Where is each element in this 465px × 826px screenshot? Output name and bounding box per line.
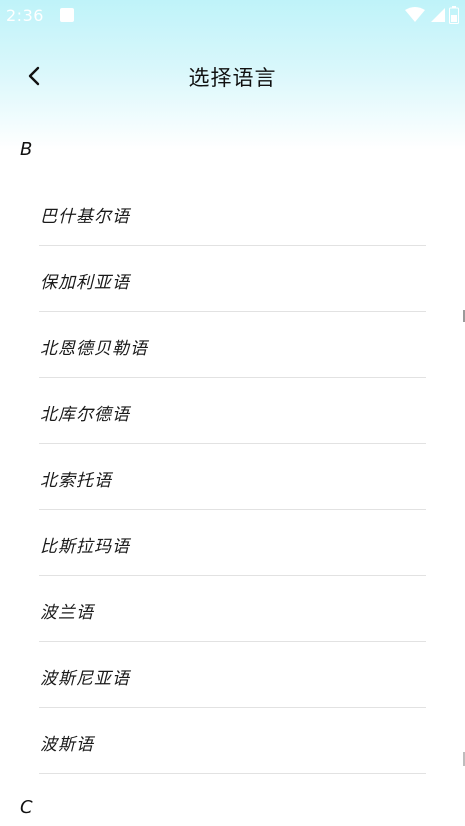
top-bar: 选择语言 [0, 48, 465, 104]
language-label: 北索托语 [40, 471, 112, 491]
language-label: 波斯尼亚语 [40, 669, 130, 689]
language-label: 波兰语 [40, 603, 94, 623]
battery-icon [449, 6, 459, 24]
status-bar: 2:36 [0, 0, 465, 32]
status-time: 2:36 [6, 6, 44, 25]
language-select-screen: 2:36 选择语言 B 巴什基尔语 保加利亚语 北恩德贝勒语 北库尔德语 北索托… [0, 0, 465, 826]
wifi-icon [405, 7, 425, 22]
language-item[interactable]: 波兰语 [39, 576, 426, 642]
language-item[interactable]: 北库尔德语 [39, 378, 426, 444]
signal-icon [431, 8, 445, 22]
section-header-c: C [20, 797, 33, 818]
language-label: 北库尔德语 [40, 405, 130, 425]
language-label: 北恩德贝勒语 [40, 339, 148, 359]
language-label: 比斯拉玛语 [40, 537, 130, 557]
language-item[interactable]: 北恩德贝勒语 [39, 312, 426, 378]
language-label: 巴什基尔语 [40, 207, 130, 227]
language-item[interactable]: 波斯语 [39, 708, 426, 774]
language-label: 波斯语 [40, 735, 94, 755]
language-item[interactable]: 保加利亚语 [39, 246, 426, 312]
page-title: 选择语言 [188, 66, 277, 90]
language-item[interactable]: 巴什基尔语 [39, 180, 426, 246]
status-icons [405, 6, 459, 24]
language-item[interactable]: 比斯拉玛语 [39, 510, 426, 576]
language-label: 保加利亚语 [40, 273, 130, 293]
language-item[interactable]: 波斯尼亚语 [39, 642, 426, 708]
language-item[interactable]: 北索托语 [39, 444, 426, 510]
notification-icon [60, 8, 74, 22]
language-list: 巴什基尔语 保加利亚语 北恩德贝勒语 北库尔德语 北索托语 比斯拉玛语 波兰语 … [0, 180, 465, 774]
section-header-b: B [20, 139, 33, 160]
